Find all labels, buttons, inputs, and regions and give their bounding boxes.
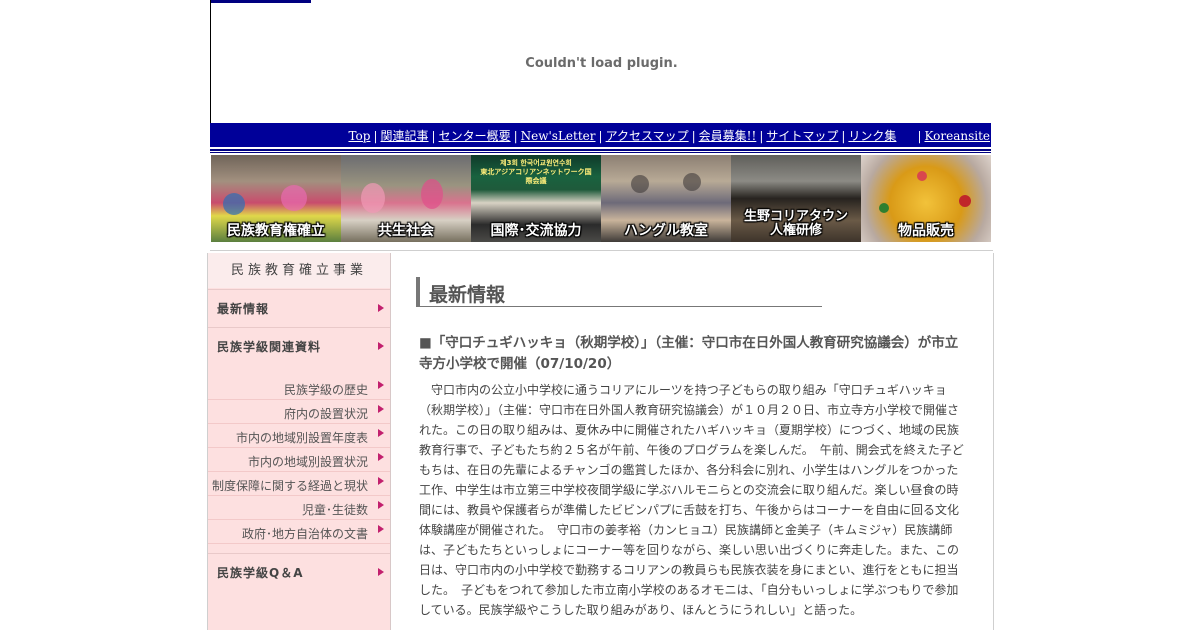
sidebar-subitem-student-count[interactable]: 児童･生徒数	[208, 496, 390, 520]
banner-caption: 物品販売	[898, 223, 954, 239]
arrow-right-icon	[378, 525, 384, 533]
arrow-right-icon	[378, 381, 384, 389]
sidebar-subitem-label: 民族学級の歴史	[283, 383, 368, 397]
banner-ethnic-education[interactable]: 民族教育権確立	[211, 155, 341, 242]
nav-link-access-map[interactable]: アクセスマップ	[606, 129, 689, 143]
section-heading-box: 最新情報	[416, 277, 822, 307]
arrow-right-icon	[378, 501, 384, 509]
page: Couldn't load plugin. Top | 関連記事 | センター概要 | Ne…	[0, 0, 1200, 630]
sidebar-item-label: 民族学級関連資料	[217, 340, 322, 354]
arrow-right-icon	[378, 405, 384, 413]
sidebar-subitem-city-status[interactable]: 市内の地域別設置状況	[208, 448, 390, 472]
sidebar-item-label: 民族学級Q＆A	[217, 566, 304, 580]
sidebar-subitem-government-docs[interactable]: 政府･地方自治体の文書	[208, 520, 390, 544]
nav-link-top[interactable]: Top	[348, 129, 370, 143]
banner-ikuno-koreatown[interactable]: 生野コリアタウン 人権研修	[731, 155, 861, 242]
banner-coexistence[interactable]: 共生社会	[341, 155, 471, 242]
nav-divider-thick	[210, 149, 991, 151]
sidebar-subitem-prefecture-status[interactable]: 府内の設置状況	[208, 400, 390, 424]
nav-link-center-overview[interactable]: センター概要	[439, 129, 511, 143]
sidebar-item-label: 最新情報	[217, 302, 270, 316]
article-title: ■「守口チュギハッキョ（秋期学校）」（主催：守口市在日外国人教育研究協議会）が市…	[419, 335, 959, 372]
sidebar-subitem-label: 制度保障に関する経過と現状	[211, 479, 368, 493]
sidebar-subitem-label: 市内の地域別設置年度表	[235, 431, 368, 445]
main-content: 最新情報 ■「守口チュギハッキョ（秋期学校）」（主催：守口市在日外国人教育研究協…	[390, 253, 994, 630]
arrow-right-icon	[378, 304, 384, 312]
sidebar-subitem-yearly-table[interactable]: 市内の地域別設置年度表	[208, 424, 390, 448]
nav-link-links[interactable]: リンク集	[848, 129, 896, 143]
banner-caption: 共生社会	[378, 223, 434, 239]
nav-link-newsletter[interactable]: New'sLetter	[521, 129, 596, 143]
banner-hangul-class[interactable]: ハングル教室	[601, 155, 731, 242]
sidebar-subitem-label: 政府･地方自治体の文書	[241, 527, 368, 541]
nav-divider-thin	[210, 152, 991, 153]
arrow-right-icon	[378, 429, 384, 437]
article-body: 守口市内の公立小中学校に通うコリアにルーツを持つ子どもらの取り組み「守口チュギハ…	[419, 383, 964, 617]
banner-goods-sales[interactable]: 物品販売	[861, 155, 991, 242]
content-top-divider	[210, 250, 993, 251]
sidebar-subitem-label: 府内の設置状況	[283, 407, 368, 421]
sidebar-subitem-label: 児童･生徒数	[301, 503, 368, 517]
nav-link-related-articles[interactable]: 関連記事	[381, 129, 429, 143]
banner-international-exchange[interactable]: 제3회 한국어교원연수회 東北アジアコリアンネットワーク国際会議 国際･交流協力	[471, 155, 601, 242]
arrow-right-icon	[378, 342, 384, 350]
sidebar: 民族教育確立事業 最新情報 民族学級関連資料 民族学級の歴史 府内の設置状況 市…	[207, 253, 391, 630]
banner-caption: ハングル教室	[624, 223, 708, 239]
banner-caption: 生野コリアタウン 人権研修	[743, 209, 848, 238]
sidebar-subitem-history[interactable]: 民族学級の歴史	[208, 376, 390, 400]
sidebar-subitem-label: 市内の地域別設置状況	[247, 455, 368, 469]
top-navigation-bar: Top | 関連記事 | センター概要 | New'sLetter | アクセスマップ | 会員募集…	[210, 123, 991, 147]
sidebar-item-latest-news[interactable]: 最新情報	[208, 289, 390, 326]
plugin-frame: Couldn't load plugin.	[210, 0, 992, 123]
category-banner: 民族教育権確立 共生社会 제3회 한국어교원연수회 東北アジアコリアンネットワー…	[211, 155, 991, 242]
sidebar-subitem-institutional[interactable]: 制度保障に関する経過と現状	[208, 472, 390, 496]
page-title: 最新情報	[429, 284, 506, 306]
arrow-right-icon	[378, 453, 384, 461]
sidebar-item-materials[interactable]: 民族学級関連資料	[208, 327, 390, 364]
sidebar-header: 民族教育確立事業	[208, 253, 390, 288]
plugin-error-message: Couldn't load plugin.	[525, 56, 678, 71]
nav-link-koreansite[interactable]: Koreansite	[924, 129, 990, 143]
nav-link-membership[interactable]: 会員募集!!	[699, 129, 757, 143]
banner-caption: 民族教育権確立	[227, 223, 325, 239]
arrow-right-icon	[378, 477, 384, 485]
banner-conference-text: 제3회 한국어교원연수회 東北アジアコリアンネットワーク国際会議	[480, 159, 592, 185]
arrow-right-icon	[378, 568, 384, 576]
banner-caption: 国際･交流協力	[490, 223, 582, 239]
sidebar-item-qa[interactable]: 民族学級Q＆A	[208, 553, 390, 590]
nav-link-sitemap[interactable]: サイトマップ	[766, 129, 838, 143]
